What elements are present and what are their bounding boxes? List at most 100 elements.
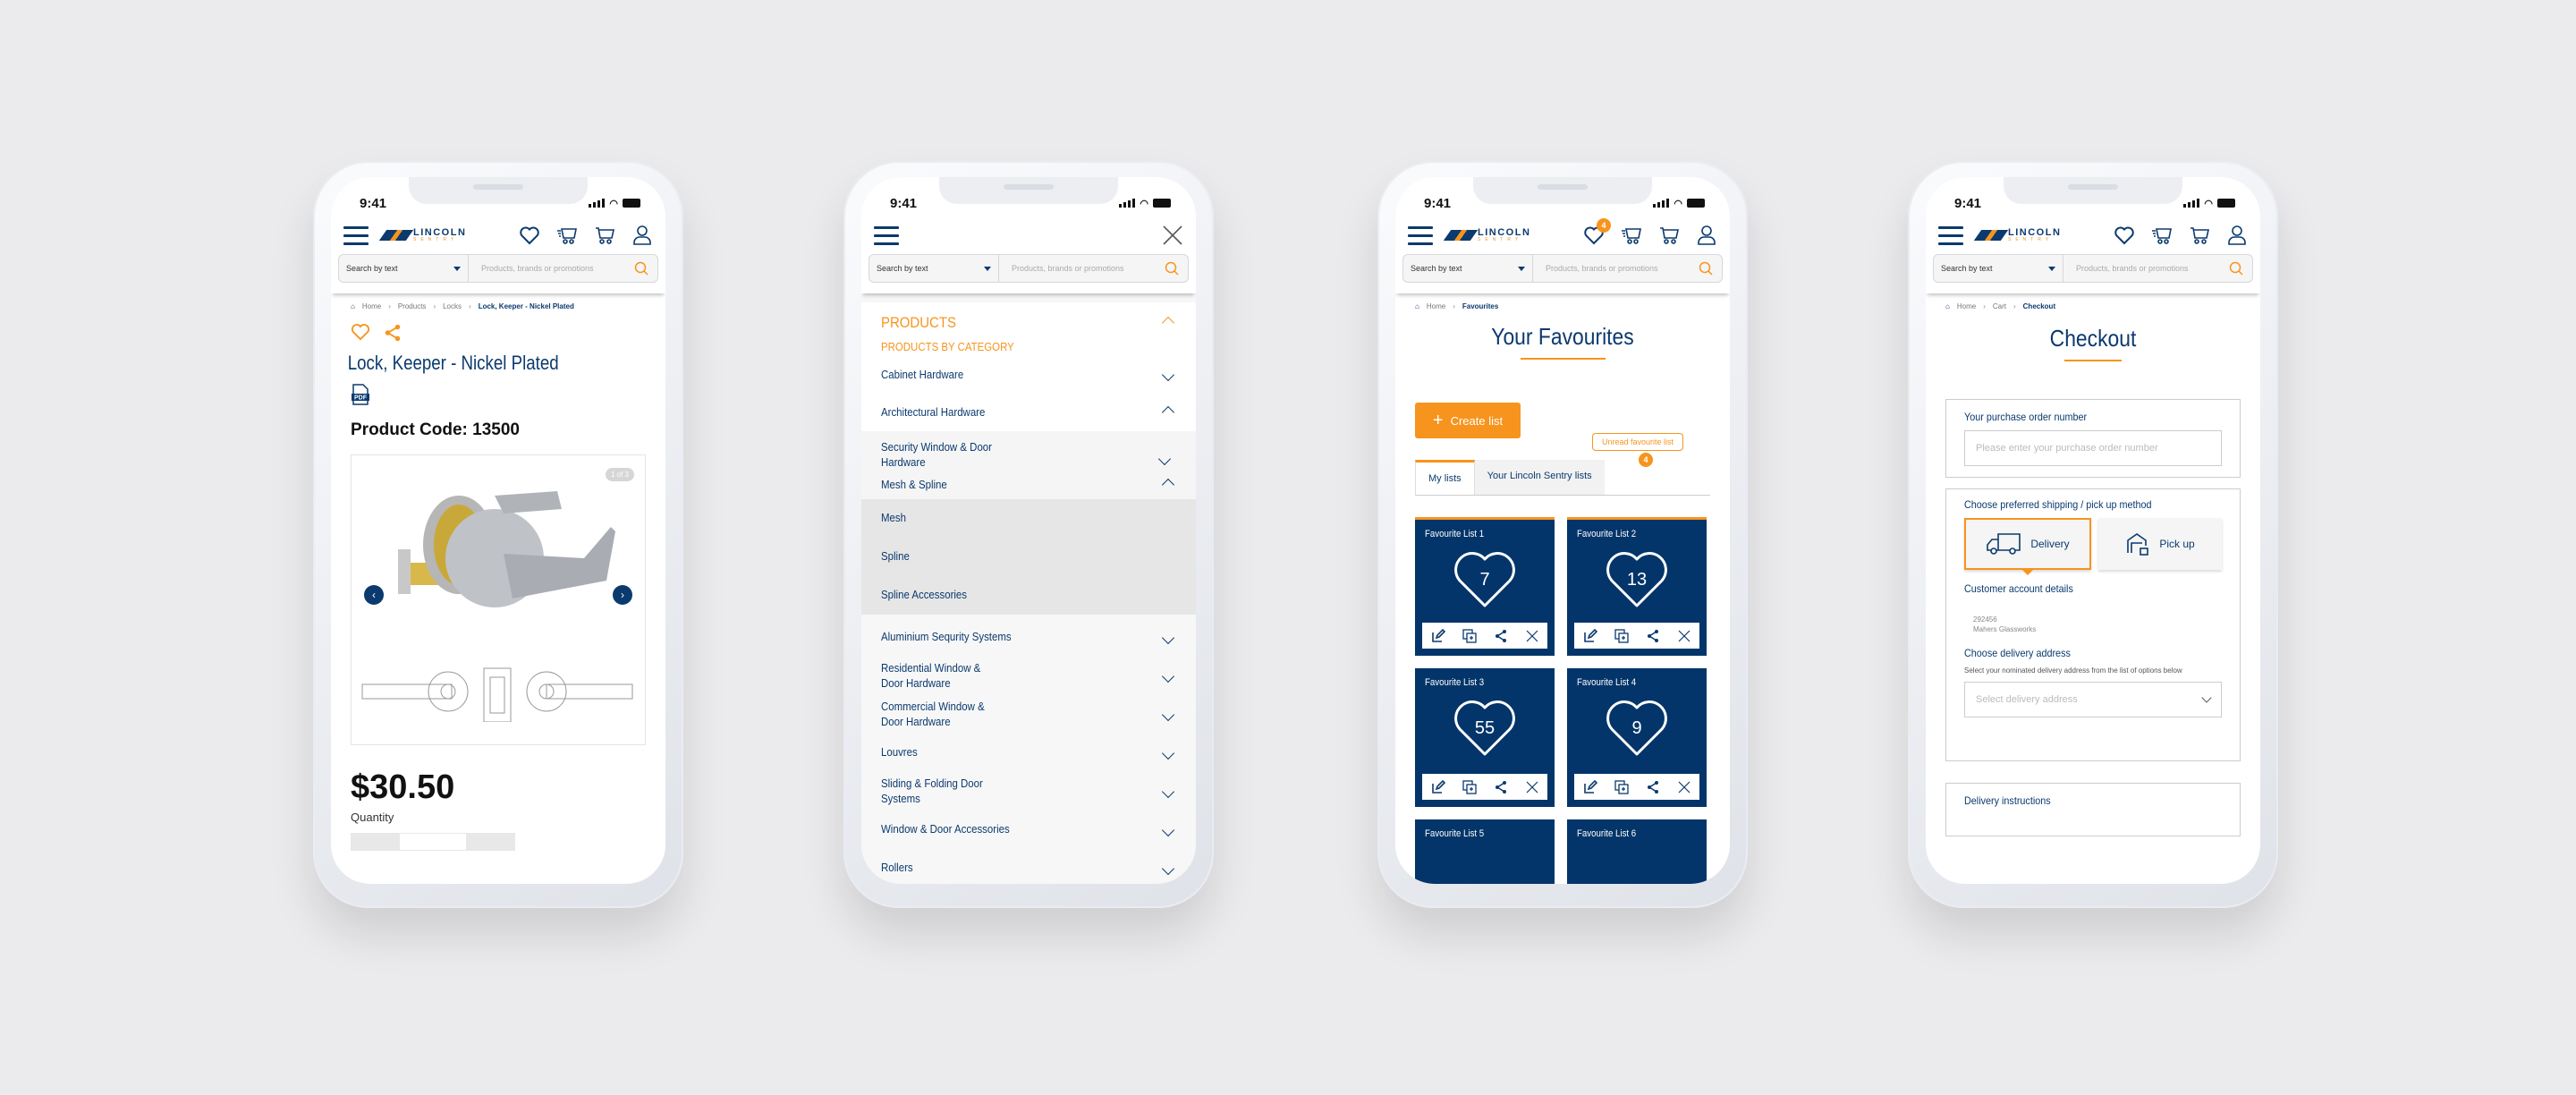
user-account-icon[interactable] [2226,225,2248,246]
edit-icon[interactable] [1583,628,1597,643]
duplicate-icon[interactable] [1614,779,1629,794]
tab-my-lists[interactable]: My lists [1415,460,1475,495]
hamburger-menu-icon[interactable] [1408,225,1433,245]
lincoln-sentry-logo[interactable]: LINCOLN SENTRY [1973,228,2061,242]
search-icon[interactable] [1699,261,1713,276]
wishlist-button[interactable]: 4 [1583,218,1611,246]
chevron-down-icon [1161,368,1175,382]
menu-subitem[interactable]: Spline Accessories [861,576,1196,615]
home-icon[interactable]: ⌂ [1945,302,1950,310]
search-icon[interactable] [1165,261,1179,276]
lincoln-sentry-logo[interactable]: LINCOLN SENTRY [378,228,466,242]
pdf-download-icon[interactable]: PDF [351,384,370,405]
quantity-increment-button[interactable] [467,833,515,851]
favourite-list-card[interactable]: Favourite List 2 13 [1567,517,1707,656]
favourite-list-card[interactable]: Favourite List 4 9 [1567,668,1707,807]
menu-item[interactable]: Window & Door Accessories [861,811,1196,849]
delete-icon[interactable] [1677,629,1691,643]
chevron-down-icon [1161,785,1175,798]
breadcrumb-cart[interactable]: Cart [1993,302,2006,310]
search-icon[interactable] [634,261,648,276]
duplicate-icon[interactable] [1462,779,1477,794]
quick-order-cart-icon[interactable] [1621,225,1642,246]
menu-item[interactable]: Sliding & Folding Door Systems [861,772,1196,811]
breadcrumb-products[interactable]: Products [398,302,427,310]
duplicate-icon[interactable] [1462,628,1477,643]
menu-item[interactable]: Cabinet Hardware [861,356,1196,394]
delete-icon[interactable] [1525,629,1539,643]
breadcrumb-home[interactable]: Home [1957,302,1976,310]
lincoln-sentry-logo[interactable]: LINCOLN SENTRY [1443,228,1530,242]
favourite-list-card[interactable]: Favourite List 3 55 [1415,668,1555,807]
breadcrumb-locks[interactable]: Locks [443,302,462,310]
hamburger-menu-icon[interactable] [874,225,899,245]
chevron-down-icon [1161,708,1175,721]
edit-icon[interactable] [1583,779,1597,794]
search-mode-select[interactable]: Search by text [1934,255,2063,282]
hamburger-menu-icon[interactable] [1938,225,1963,245]
gallery-next-button[interactable]: › [613,585,632,605]
quantity-input[interactable] [399,833,467,851]
cart-icon[interactable] [594,225,615,246]
menu-item[interactable]: Security Window & Door Hardware [861,437,1076,474]
menu-item[interactable]: Commercial Window & Door Hardware [861,695,1196,734]
tab-lincoln-sentry-lists[interactable]: Your Lincoln Sentry lists [1474,460,1605,495]
home-icon[interactable]: ⌂ [1415,302,1419,310]
chevron-down-icon [1161,823,1175,836]
quick-order-cart-icon[interactable] [2151,225,2173,246]
delete-icon[interactable] [1677,780,1691,794]
favourite-list-card[interactable]: Favourite List 5 [1415,819,1555,884]
cart-icon[interactable] [2189,225,2210,246]
menu-item[interactable]: Aluminium Sequrity Systems [861,618,1196,657]
search-input[interactable]: Products, brands or promotions [999,255,1188,282]
search-input[interactable]: Products, brands or promotions [1533,255,1722,282]
favourite-list-card[interactable]: Favourite List 6 [1567,819,1707,884]
add-to-favourites-heart-icon[interactable] [351,323,370,341]
edit-icon[interactable] [1431,628,1445,643]
share-icon[interactable] [383,323,402,343]
quantity-decrement-button[interactable] [351,833,399,851]
search-mode-select[interactable]: Search by text [1403,255,1533,282]
close-menu-icon[interactable] [1162,225,1183,246]
purchase-order-section: Your purchase order number Please enter … [1945,399,2241,478]
heart-icon[interactable] [2114,225,2135,246]
delivery-address-select[interactable]: Select delivery address [1964,681,2222,717]
gallery-previous-button[interactable]: ‹ [364,585,384,605]
menu-subitem[interactable]: Mesh [861,499,1196,538]
share-icon[interactable] [1494,629,1508,643]
hamburger-menu-icon[interactable] [343,225,369,245]
edit-icon[interactable] [1431,779,1445,794]
menu-item[interactable]: Rollers [861,849,1196,884]
pickup-option[interactable]: Pick up [2098,518,2222,570]
cart-icon[interactable] [1658,225,1680,246]
share-icon[interactable] [1646,780,1660,794]
user-account-icon[interactable] [1696,225,1717,246]
purchase-order-input[interactable]: Please enter your purchase order number [1964,430,2222,466]
favourite-list-card[interactable]: Favourite List 1 7 [1415,517,1555,656]
breadcrumb-current: Lock, Keeper - Nickel Plated [478,302,574,310]
share-icon[interactable] [1494,780,1508,794]
breadcrumb-home[interactable]: Home [1427,302,1445,310]
delivery-option[interactable]: Delivery [1964,518,2091,575]
menu-item[interactable]: Residential Window & Door Hardware [861,657,1196,695]
home-icon[interactable]: ⌂ [351,302,355,310]
menu-section-products[interactable]: PRODUCTS [861,308,1196,338]
quick-order-cart-icon[interactable] [556,225,578,246]
search-icon[interactable] [2229,261,2243,276]
duplicate-icon[interactable] [1614,628,1629,643]
menu-subitem[interactable]: Spline [861,538,1196,576]
share-icon[interactable] [1646,629,1660,643]
delete-icon[interactable] [1525,780,1539,794]
search-mode-select[interactable]: Search by text [869,255,999,282]
breadcrumb-home[interactable]: Home [362,302,381,310]
search-input[interactable]: Products, brands or promotions [2063,255,2252,282]
search-mode-select[interactable]: Search by text [339,255,469,282]
search-input[interactable]: Products, brands or promotions [469,255,657,282]
heart-icon[interactable] [519,225,540,246]
menu-item[interactable]: Louvres [861,734,1196,772]
menu-item[interactable]: Mesh & Spline [861,474,1196,496]
quantity-stepper[interactable] [351,833,646,851]
menu-item[interactable]: Architectural Hardware [861,394,1196,431]
breadcrumb: ⌂ Home › Products › Locks › Lock, Keeper - … [351,302,574,310]
user-account-icon[interactable] [631,225,653,246]
